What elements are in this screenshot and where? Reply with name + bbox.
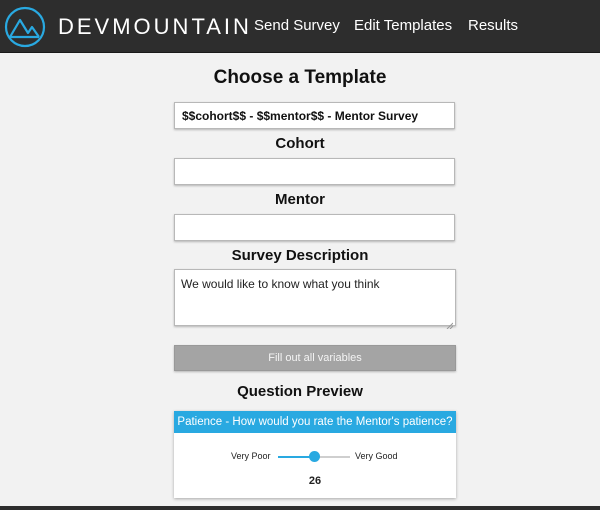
brand-name[interactable]: DEVMOUNTAIN [58, 14, 252, 40]
survey-description-textarea[interactable]: We would like to know what you think [174, 269, 456, 330]
slider-value: 26 [308, 475, 322, 487]
page-title: Choose a Template [213, 67, 387, 88]
nav-results[interactable]: Results [468, 17, 518, 34]
navbar: DEVMOUNTAIN Send Survey Edit Templates R… [0, 0, 600, 53]
question-preview-title: Question Preview [237, 383, 363, 400]
scale-max-label: Very Good [355, 451, 398, 461]
cohort-label: Cohort [275, 135, 325, 152]
mountain-logo-icon[interactable] [1, 6, 49, 48]
nav-edit-templates[interactable]: Edit Templates [354, 17, 452, 34]
survey-description-label: Survey Description [231, 247, 369, 264]
resize-handle-icon[interactable] [446, 316, 454, 330]
survey-description-value: We would like to know what you think [181, 277, 380, 291]
fill-variables-button[interactable]: Fill out all variables [174, 345, 456, 371]
scale-min-label: Very Poor [231, 451, 271, 461]
cohort-input[interactable] [174, 158, 455, 185]
nav-send-survey[interactable]: Send Survey [254, 17, 340, 34]
bottom-bar [0, 506, 600, 510]
template-select[interactable]: $$cohort$$ - $$mentor$$ - Mentor Survey [174, 102, 455, 129]
template-select-value: $$cohort$$ - $$mentor$$ - Mentor Survey [182, 109, 419, 123]
question-text: Patience - How would you rate the Mentor… [174, 411, 456, 433]
slider-thumb[interactable] [308, 451, 320, 462]
question-preview-card: Patience - How would you rate the Mentor… [174, 411, 456, 498]
mentor-label: Mentor [275, 191, 325, 208]
mentor-input[interactable] [174, 214, 455, 241]
